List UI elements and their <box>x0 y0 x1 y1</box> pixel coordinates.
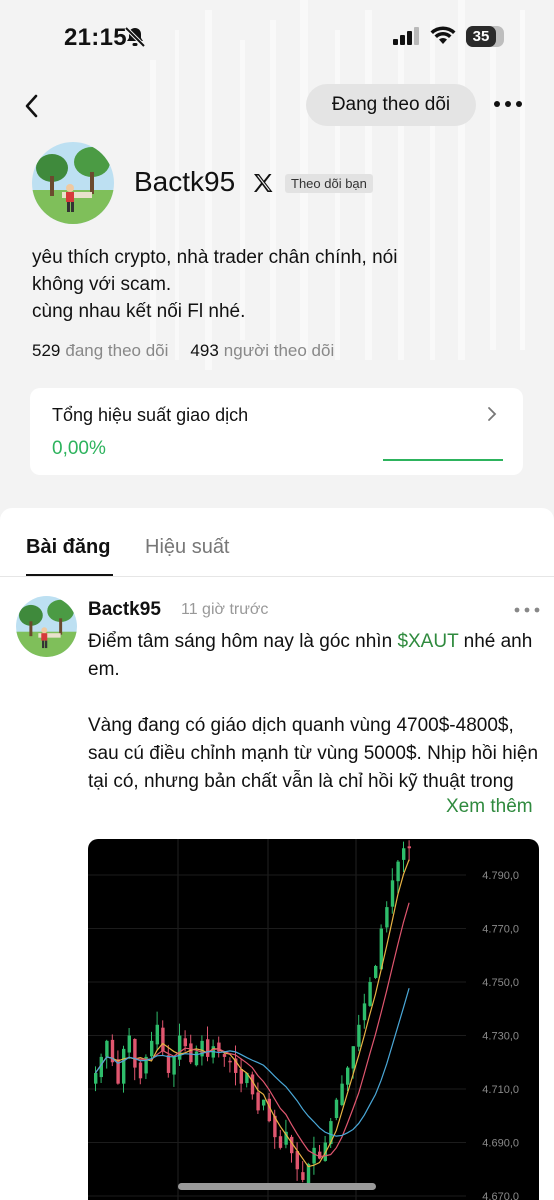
profile-username: Bactk95 <box>134 166 236 197</box>
candle <box>334 1099 339 1118</box>
tab-performance[interactable]: Hiệu suất <box>145 536 230 559</box>
y-tick-label: 4.790,0 <box>482 870 519 882</box>
post-more-icon[interactable] <box>514 606 540 614</box>
post-timestamp: 11 giờ trước <box>181 601 269 618</box>
performance-sparkline <box>383 459 503 461</box>
candle <box>346 1067 350 1085</box>
follows-you-badge: Theo dõi bạn <box>285 174 373 193</box>
profile-avatar[interactable] <box>32 142 114 224</box>
candle <box>189 1043 193 1063</box>
candle <box>194 1051 199 1066</box>
follow-stats: 529 đang theo dõi 493 người theo dõi <box>32 341 334 361</box>
wifi-icon <box>430 26 456 44</box>
post-paragraph: Điểm tâm sáng hôm nay là góc nhìn $XAUT … <box>88 628 540 684</box>
tab-divider <box>0 576 554 577</box>
candle <box>222 1054 227 1057</box>
chevron-right-icon <box>488 407 497 421</box>
home-indicator <box>178 1183 376 1190</box>
post-author-avatar[interactable] <box>16 596 77 657</box>
following-label: đang theo dõi <box>65 341 169 360</box>
followers-label: người theo dõi <box>223 341 335 360</box>
candle <box>262 1099 266 1106</box>
candle <box>228 1060 232 1063</box>
candle <box>183 1038 187 1047</box>
candle <box>155 1024 159 1045</box>
candle <box>150 1040 154 1057</box>
candle <box>138 1062 143 1079</box>
following-button[interactable]: Đang theo dõi <box>306 84 476 126</box>
bell-off-icon <box>124 26 146 48</box>
more-options-icon[interactable] <box>492 92 524 116</box>
moving-average-line <box>95 988 410 1137</box>
x-twitter-icon[interactable] <box>252 172 274 194</box>
post-text-segment: Điểm tâm sáng hôm nay là góc nhìn <box>88 631 398 652</box>
bio-line: yêu thích crypto, nhà trader chân chính,… <box>32 247 398 268</box>
candle <box>105 1040 109 1057</box>
candle <box>362 1003 367 1021</box>
moving-average-line <box>95 859 410 1168</box>
candle <box>340 1083 344 1106</box>
bio-line: cùng nhau kết nối Fl nhé. <box>32 301 246 322</box>
tab-posts[interactable]: Bài đăng <box>26 536 110 559</box>
candle <box>94 1072 98 1084</box>
candle <box>396 861 400 882</box>
y-tick-label: 4.730,0 <box>482 1031 519 1043</box>
candle <box>256 1092 260 1111</box>
trading-performance-card[interactable]: Tổng hiệu suất giao dịch 0,00% <box>30 388 523 475</box>
candle <box>368 982 372 1006</box>
post-paragraph: Vàng đang có giáo dịch quanh vùng 4700$-… <box>88 715 539 792</box>
candle <box>374 965 378 978</box>
candle <box>402 848 406 860</box>
candle <box>166 1055 171 1073</box>
candle <box>295 1151 299 1170</box>
candle <box>127 1035 131 1053</box>
y-tick-label: 4.770,0 <box>482 924 519 936</box>
candle <box>239 1069 243 1084</box>
candle <box>385 907 389 928</box>
candle <box>161 1027 165 1052</box>
bio-line: không với scam. <box>32 274 172 295</box>
candle <box>278 1136 283 1148</box>
candle <box>122 1048 126 1084</box>
post-author-name[interactable]: Bactk95 <box>88 599 161 621</box>
performance-value: 0,00% <box>52 438 106 459</box>
y-tick-label: 4.670,0 <box>482 1191 519 1200</box>
performance-title: Tổng hiệu suất giao dịch <box>52 405 249 425</box>
battery-indicator: 35 <box>466 26 504 47</box>
text-fade <box>384 796 442 824</box>
cellular-signal-icon <box>393 27 419 45</box>
candle <box>301 1172 305 1180</box>
candle <box>351 1046 355 1069</box>
candle <box>133 1038 137 1068</box>
status-bar: 21:15 35 <box>0 0 554 74</box>
status-time: 21:15 <box>64 24 127 51</box>
candle <box>407 846 411 849</box>
candle <box>318 1151 322 1159</box>
followers-count: 493 <box>190 341 219 360</box>
y-tick-label: 4.690,0 <box>482 1138 519 1150</box>
price-chart-image[interactable]: 4.790,0 4.770,0 4.750,0 4.730,0 4.710,0 4.690… <box>88 839 539 1200</box>
following-count: 529 <box>32 341 61 360</box>
candle <box>390 880 395 907</box>
ticker-link[interactable]: $XAUT <box>397 631 458 652</box>
profile-bio: yêu thích crypto, nhà trader chân chính,… <box>32 244 492 325</box>
followers-stat[interactable]: 493 người theo dõi <box>190 341 334 361</box>
content-panel: Bài đăng Hiệu suất Bactk95 11 giờ trước … <box>0 508 554 1200</box>
candle <box>172 1056 176 1075</box>
battery-level: 35 <box>466 26 496 47</box>
see-more-link[interactable]: Xem thêm <box>442 796 533 818</box>
candle <box>357 1024 361 1047</box>
candle <box>206 1039 210 1057</box>
post-body: Điểm tâm sáng hôm nay là góc nhìn $XAUT … <box>88 628 540 796</box>
candle <box>312 1147 316 1164</box>
y-tick-label: 4.710,0 <box>482 1084 519 1096</box>
following-stat[interactable]: 529 đang theo dõi <box>32 341 168 361</box>
y-tick-label: 4.750,0 <box>482 977 519 989</box>
back-button[interactable] <box>20 90 48 122</box>
